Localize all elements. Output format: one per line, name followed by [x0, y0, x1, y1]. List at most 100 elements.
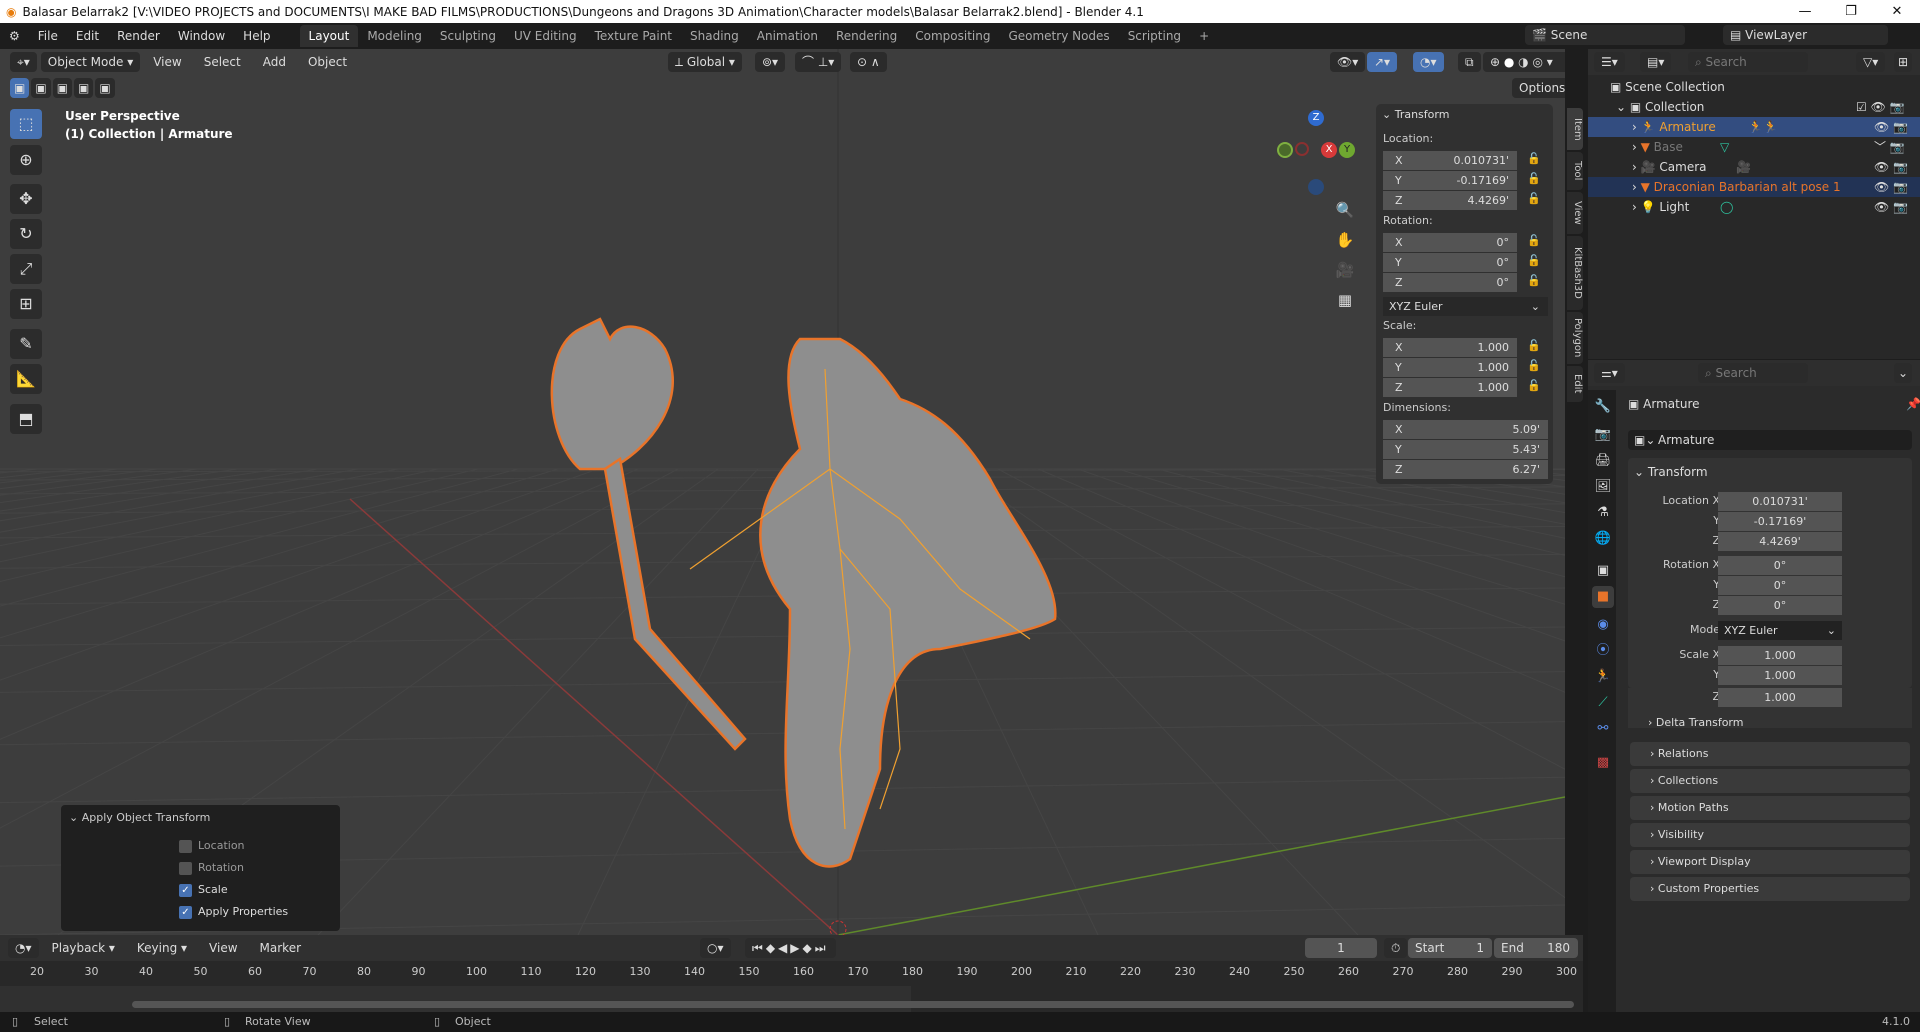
- collection-tab-icon[interactable]: ▣: [1592, 560, 1614, 582]
- outliner-item-armature[interactable]: › 🏃 Armature 🏃🏃 👁 📷: [1588, 117, 1920, 137]
- outliner-editor-type-button[interactable]: ☰▾: [1594, 52, 1625, 72]
- options-button[interactable]: Options ▾: [1512, 78, 1565, 115]
- scale-x-field[interactable]: 1.000: [1718, 646, 1842, 665]
- armature-data-tab-icon[interactable]: 🏃: [1592, 666, 1614, 688]
- timeline-menu-playback[interactable]: Playback ▾: [43, 937, 124, 959]
- menu-window[interactable]: Window: [169, 25, 234, 47]
- viewport-menu-add[interactable]: Add: [254, 51, 295, 73]
- annotate-tool-icon[interactable]: ✎: [10, 329, 42, 359]
- rotate-tool-icon[interactable]: ↻: [10, 219, 42, 249]
- sidebar-tab-view[interactable]: View: [1567, 192, 1583, 234]
- timeline-editor-type-button[interactable]: ◔▾: [8, 938, 39, 958]
- lock-icon[interactable]: 🔓: [1527, 234, 1541, 247]
- viewport-menu-select[interactable]: Select: [195, 51, 250, 73]
- select-box-tool-icon[interactable]: ⬚: [10, 109, 42, 139]
- n-scale-z-field[interactable]: Z 1.000: [1383, 378, 1517, 397]
- auto-keying-button[interactable]: ○▾: [700, 938, 731, 958]
- scene-tab-icon[interactable]: ⚗: [1592, 502, 1614, 524]
- collection-row[interactable]: ⌄ ▣ Collection ☑ 👁 📷: [1588, 97, 1920, 117]
- n-location-z-field[interactable]: Z 4.4269': [1383, 191, 1517, 210]
- tab-scripting[interactable]: Scripting: [1119, 25, 1190, 47]
- minimize-button[interactable]: —: [1782, 0, 1828, 23]
- selection-mode-buttons[interactable]: ▣ ▣ ▣ ▣ ▣: [10, 78, 115, 98]
- apply-location-checkbox[interactable]: [179, 840, 192, 853]
- rotation-x-field[interactable]: 0°: [1718, 556, 1842, 575]
- tab-texture-paint[interactable]: Texture Paint: [586, 25, 681, 47]
- light-data-icon[interactable]: ◯: [1720, 197, 1733, 217]
- proportional-edit-button[interactable]: ⊙ ∧: [850, 52, 887, 72]
- apply-panel-header[interactable]: ⌄ Apply Object Transform: [69, 811, 210, 824]
- viewport-menu-object[interactable]: Object: [299, 51, 356, 73]
- tab-layout[interactable]: Layout: [299, 25, 359, 47]
- pin-icon[interactable]: 📌: [1906, 397, 1920, 411]
- gizmo-z-axis[interactable]: Z: [1308, 110, 1324, 126]
- custom-properties-panel[interactable]: › Custom Properties: [1630, 877, 1910, 901]
- tab-uv-editing[interactable]: UV Editing: [505, 25, 586, 47]
- xray-toggle-button[interactable]: ⧉: [1458, 52, 1481, 72]
- apply-scale-checkbox[interactable]: ✓: [179, 884, 192, 897]
- select-new-icon[interactable]: ▣: [10, 78, 30, 98]
- gizmo-toggle-button[interactable]: ↗▾: [1367, 52, 1398, 72]
- transform-orientation-selector[interactable]: ⟂ Global ▾: [668, 52, 742, 72]
- bone-tab-icon[interactable]: ⟋: [1592, 692, 1614, 714]
- select-subtract-icon[interactable]: ▣: [52, 78, 73, 98]
- tab-modeling[interactable]: Modeling: [358, 25, 431, 47]
- viewport-display-panel[interactable]: › Viewport Display: [1630, 850, 1910, 874]
- timeline-menu-view[interactable]: View: [200, 937, 246, 959]
- pan-view-icon[interactable]: ✋: [1333, 225, 1357, 255]
- outliner-item-base[interactable]: › ▼ Base ▽ ﹀ 📷: [1588, 137, 1920, 157]
- texture-tab-icon[interactable]: ▩: [1592, 752, 1614, 774]
- location-z-field[interactable]: 4.4269': [1718, 532, 1842, 551]
- visibility-icon[interactable]: 👁 📷: [1874, 177, 1908, 197]
- modifiers-tab-icon[interactable]: ◉: [1592, 614, 1614, 636]
- properties-editor-type-button[interactable]: ⚌▾: [1594, 363, 1625, 383]
- viewport-menu-view[interactable]: View: [144, 51, 190, 73]
- lock-icon[interactable]: 🔓: [1527, 339, 1541, 352]
- timeline-track-area[interactable]: 20 30 40 50 60 70 80 90 100 110 120 130 140 150 160 170…: [0, 961, 1583, 1012]
- shading-mode-buttons[interactable]: ⊕ ● ◑ ◎ ▾: [1483, 52, 1565, 72]
- prev-keyframe-icon[interactable]: ◆: [766, 941, 778, 955]
- transform-tool-icon[interactable]: ⊞: [10, 289, 42, 319]
- move-tool-icon[interactable]: ✥: [10, 184, 42, 214]
- apply-properties-checkbox[interactable]: ✓: [179, 906, 192, 919]
- sidebar-tab-item[interactable]: Item: [1567, 108, 1583, 150]
- lock-icon[interactable]: 🔓: [1527, 359, 1541, 372]
- new-collection-button[interactable]: ⊞: [1894, 52, 1913, 72]
- gizmo-neg-z[interactable]: [1308, 179, 1324, 195]
- outliner-search-input[interactable]: ⌕ Search: [1688, 52, 1808, 72]
- snap-button[interactable]: ⌒ ⊥▾: [795, 52, 842, 72]
- rotation-z-field[interactable]: 0°: [1718, 596, 1842, 615]
- start-frame-field[interactable]: Start 1: [1408, 938, 1492, 958]
- rotation-y-field[interactable]: 0°: [1718, 576, 1842, 595]
- properties-options-button[interactable]: ⌄: [1894, 363, 1913, 383]
- n-location-x-field[interactable]: X 0.010731': [1383, 151, 1517, 170]
- playback-controls[interactable]: ⏮◆◀▶◆⏭: [745, 938, 836, 958]
- display-mode-button[interactable]: ▤▾: [1640, 52, 1672, 72]
- pivot-point-button[interactable]: ⊚▾: [755, 52, 786, 72]
- navigation-gizmo[interactable]: Z X Y: [1275, 107, 1355, 197]
- n-dimension-x-field[interactable]: X 5.09': [1383, 420, 1548, 439]
- mode-selector[interactable]: Object Mode ▾: [40, 52, 141, 72]
- output-tab-icon[interactable]: 🖨: [1592, 450, 1614, 472]
- lock-icon[interactable]: 🔓: [1527, 379, 1541, 392]
- menu-render[interactable]: Render: [108, 25, 169, 47]
- jump-start-icon[interactable]: ⏮: [752, 941, 766, 955]
- tab-sculpting[interactable]: Sculpting: [431, 25, 505, 47]
- visibility-button[interactable]: 👁▾: [1330, 52, 1366, 72]
- camera-view-icon[interactable]: 🎥: [1333, 255, 1357, 285]
- visibility-icon[interactable]: 👁 📷: [1874, 117, 1908, 137]
- object-name-field[interactable]: ▣⌄ Armature: [1628, 430, 1912, 450]
- sidebar-tab-polygon[interactable]: Polygon: [1567, 312, 1583, 364]
- render-tab-icon[interactable]: 📷: [1592, 424, 1614, 446]
- select-extend-icon[interactable]: ▣: [31, 78, 51, 98]
- select-invert-icon[interactable]: ▣: [74, 78, 94, 98]
- lock-icon[interactable]: 🔓: [1527, 152, 1541, 165]
- tab-shading[interactable]: Shading: [681, 25, 748, 47]
- view-layer-selector[interactable]: ▤ ViewLayer: [1723, 25, 1888, 45]
- menu-help[interactable]: Help: [234, 25, 279, 47]
- n-transform-header[interactable]: ⌄ Transform: [1382, 108, 1449, 121]
- outliner-item-light[interactable]: › 💡 Light ◯ 👁 📷: [1588, 197, 1920, 217]
- object-tab-icon[interactable]: ■: [1592, 586, 1614, 608]
- location-x-field[interactable]: 0.010731': [1718, 492, 1842, 511]
- add-cube-tool-icon[interactable]: ⬒: [10, 404, 42, 434]
